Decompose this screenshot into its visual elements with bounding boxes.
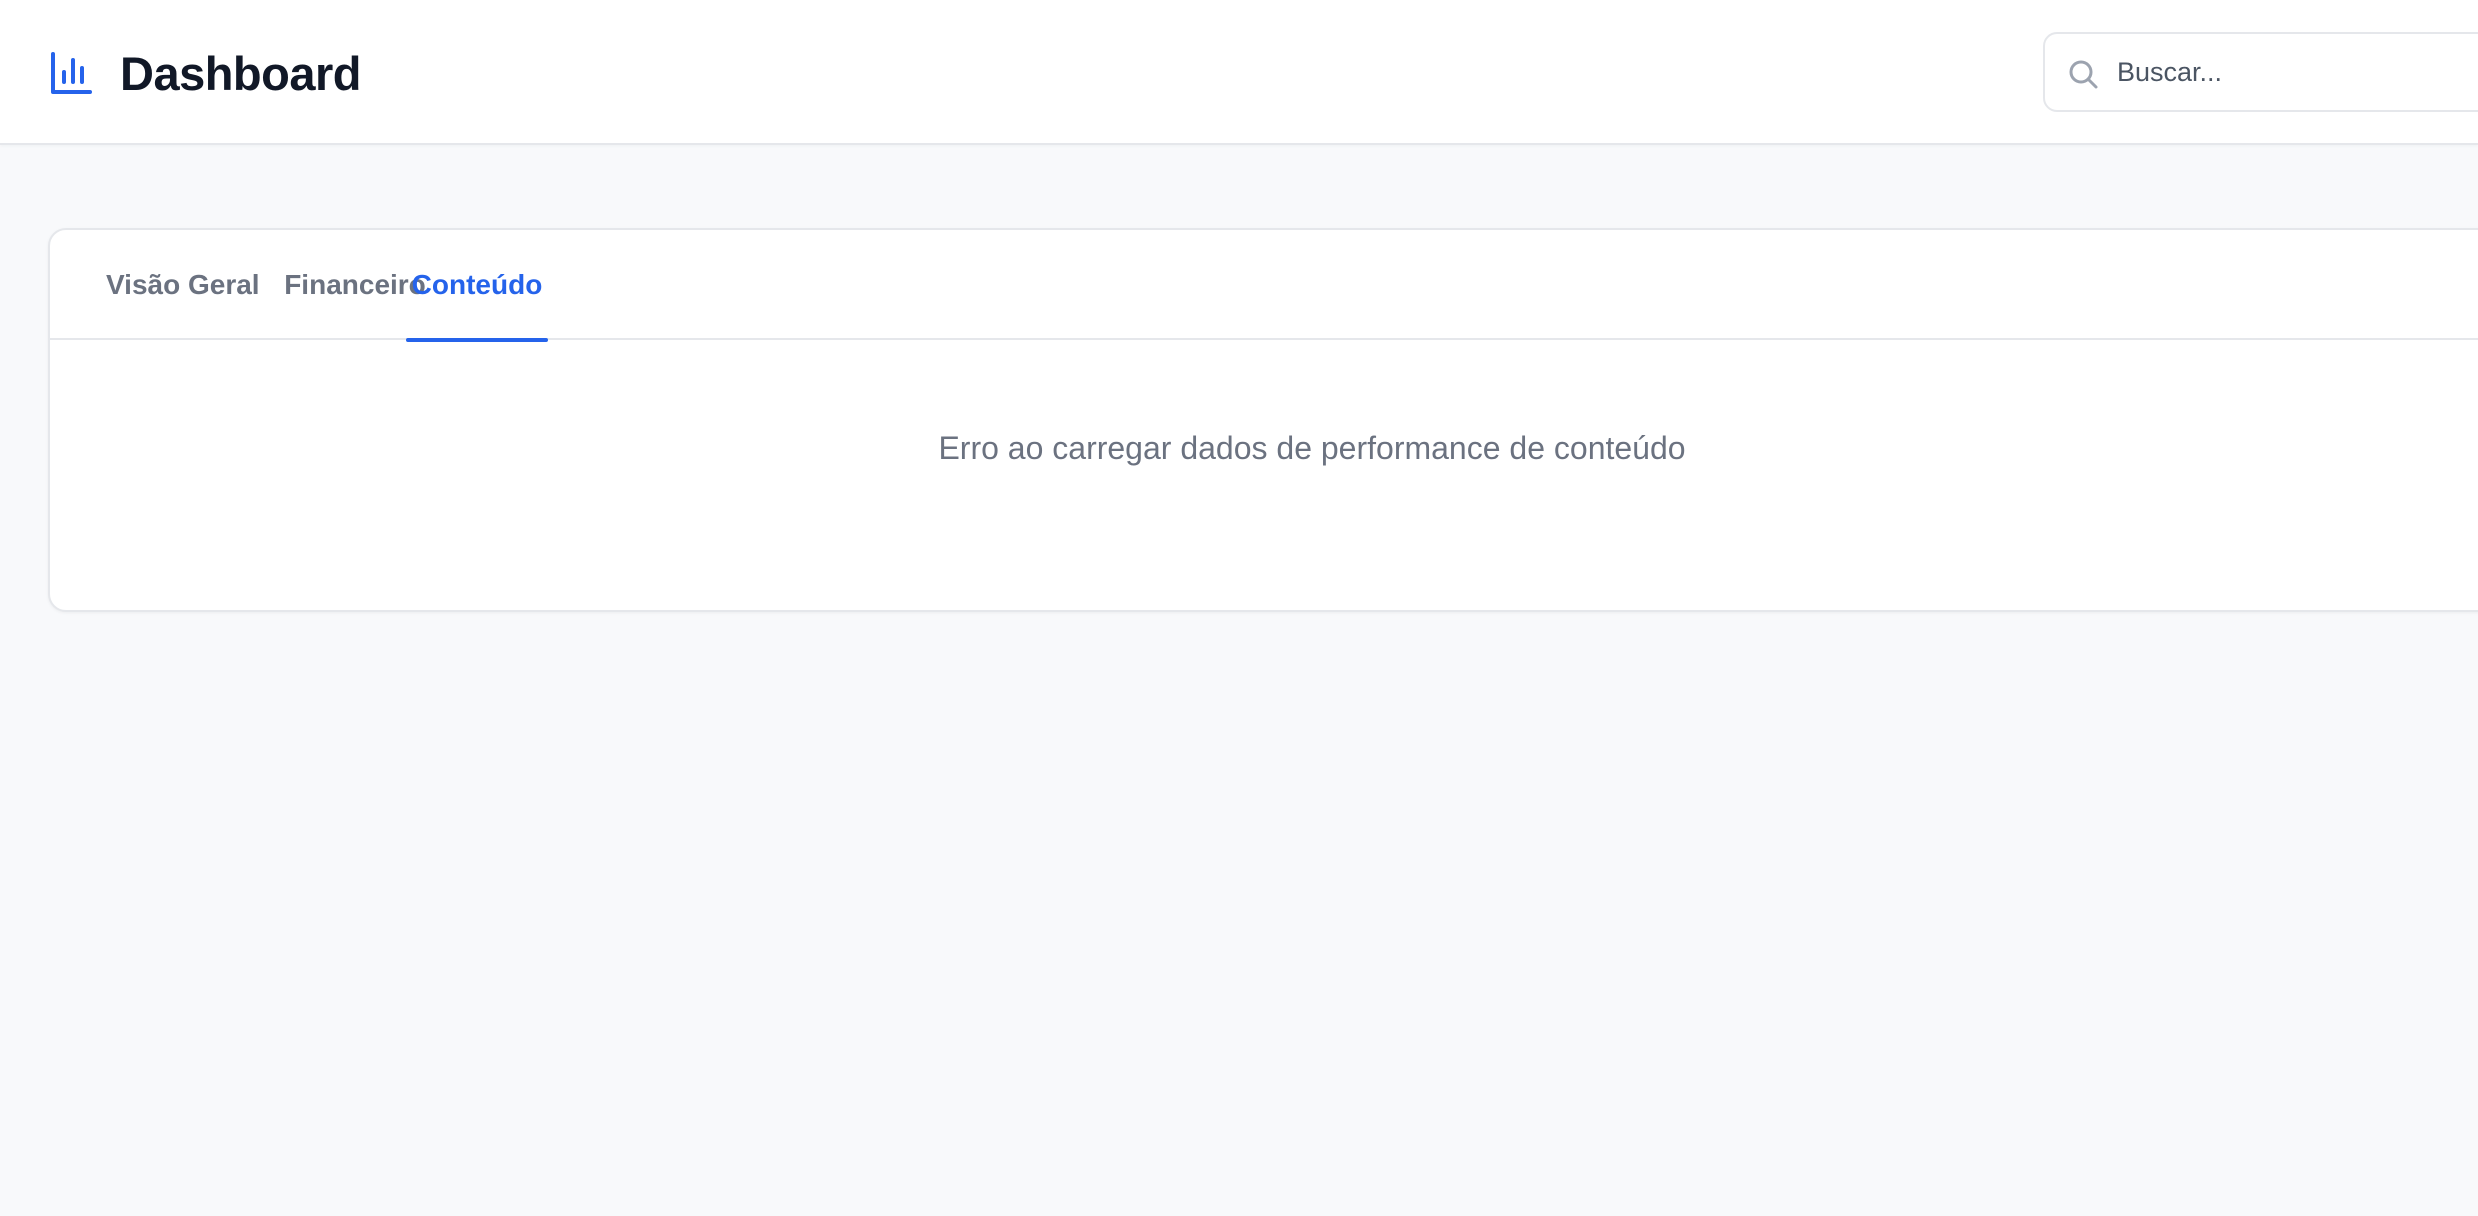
- top-header: Dashboard: [0, 0, 2478, 145]
- tab-visao-geral[interactable]: Visão Geral: [106, 230, 260, 340]
- brand: Dashboard: [50, 38, 362, 108]
- content-card: Visão Geral Financeiro Conteúdo Erro ao …: [48, 228, 2478, 612]
- bar-chart-icon: [50, 50, 92, 96]
- tab-bar: Visão Geral Financeiro Conteúdo: [50, 230, 2478, 342]
- tab-conteudo[interactable]: Conteúdo: [406, 230, 548, 342]
- search-box[interactable]: [2043, 32, 2478, 112]
- error-message: Erro ao carregar dados de performance de…: [938, 430, 1686, 466]
- search-input[interactable]: [2115, 44, 2478, 100]
- page-title: Dashboard: [120, 46, 362, 100]
- search-icon: [2067, 58, 2099, 90]
